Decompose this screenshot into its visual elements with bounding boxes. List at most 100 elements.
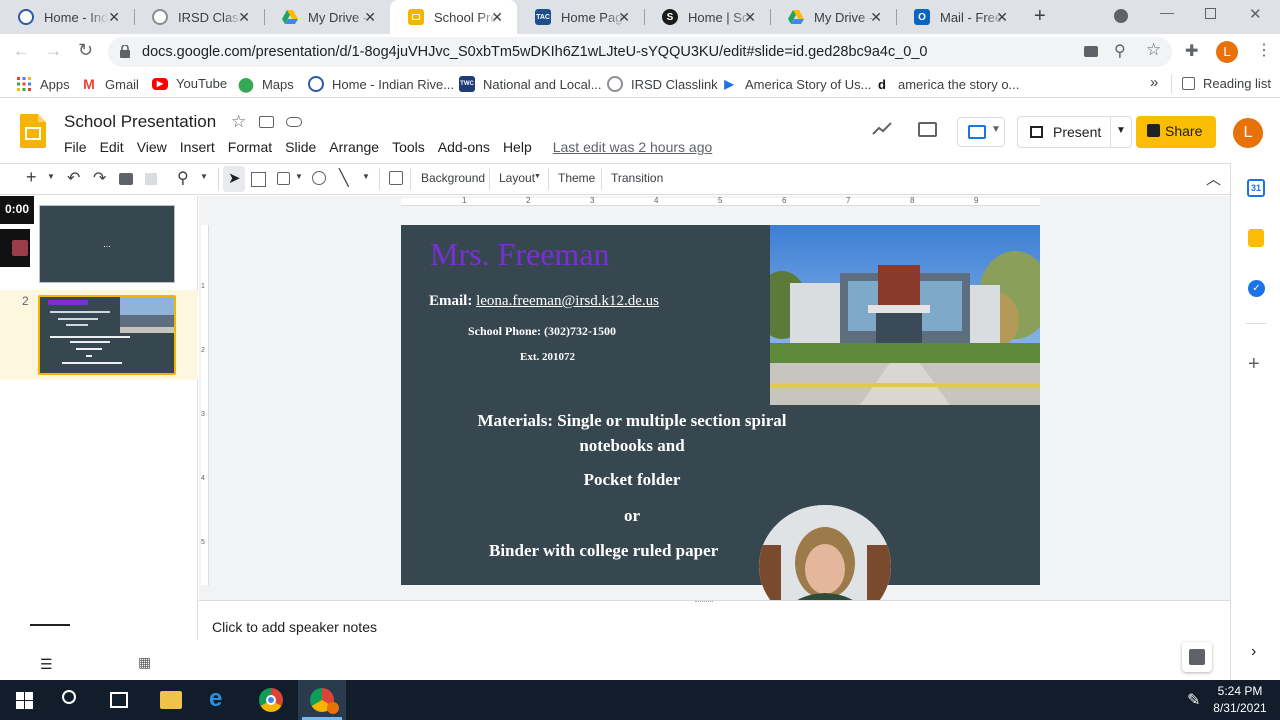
share-button[interactable]: Share [1136, 116, 1216, 148]
document-title[interactable]: School Presentation [64, 112, 216, 132]
close-tab-icon[interactable]: ✕ [238, 9, 250, 26]
clock[interactable]: 5:24 PM 8/31/2021 [1212, 684, 1268, 715]
browser-tab-active[interactable]: School Pres ✕ [390, 0, 517, 34]
internet-explorer-icon[interactable]: e [209, 687, 222, 711]
explore-button[interactable] [1182, 642, 1212, 672]
close-tab-icon[interactable]: ✕ [108, 9, 120, 26]
materials-line-2[interactable]: notebooks and [401, 436, 863, 456]
close-window-icon[interactable]: ✕ [1249, 5, 1262, 23]
activity-trend-icon[interactable] [872, 121, 892, 140]
browser-tab[interactable]: S Home | Sch ✕ [644, 0, 770, 34]
print-icon[interactable] [119, 173, 133, 185]
zoom-icon[interactable]: ⚲ [177, 168, 189, 188]
keep-icon[interactable] [1248, 229, 1264, 247]
speaker-notes-placeholder[interactable]: Click to add speaker notes [212, 619, 377, 635]
menu-arrange[interactable]: Arrange [329, 139, 379, 155]
bookmark-america-story-2[interactable]: d america the story o... [874, 76, 1019, 92]
background-button[interactable]: Background [421, 171, 485, 185]
select-tool-button[interactable]: ➤ [223, 166, 245, 192]
school-building-photo[interactable] [770, 225, 1040, 405]
slide[interactable]: Mrs. Freeman Email: leona.freeman@irsd.k… [401, 225, 1040, 585]
theme-button[interactable]: Theme [558, 171, 595, 185]
reload-icon[interactable]: ↻ [78, 40, 93, 61]
bookmark-gmail[interactable]: M Gmail [81, 76, 139, 92]
zoom-icon[interactable]: ⚲ [1114, 41, 1126, 61]
collapse-toolbar-icon[interactable]: ︿ [1206, 168, 1221, 189]
meet-button[interactable]: ▼ [957, 117, 1005, 147]
close-tab-icon[interactable]: ✕ [618, 9, 630, 26]
move-folder-icon[interactable] [259, 116, 274, 128]
school-phone[interactable]: School Phone: (302)732-1500 [468, 324, 616, 339]
reading-list-button[interactable]: Reading list [1182, 76, 1271, 91]
browser-tab[interactable]: O Mail - Freer ✕ [896, 0, 1022, 34]
last-edit-link[interactable]: Last edit was 2 hours ago [553, 139, 713, 155]
account-avatar[interactable]: L [1233, 118, 1263, 148]
menu-addons[interactable]: Add-ons [438, 139, 490, 155]
bookmark-america-story[interactable]: ▶ America Story of Us... [721, 76, 871, 92]
pocket-folder-text[interactable]: Pocket folder [401, 470, 863, 490]
browser-tab[interactable]: IRSD Classli ✕ [134, 0, 264, 34]
chevron-down-icon[interactable]: ▼ [47, 172, 55, 181]
menu-insert[interactable]: Insert [180, 139, 215, 155]
comment-history-icon[interactable] [918, 122, 937, 137]
tasks-icon[interactable]: ✓ [1248, 280, 1265, 297]
chevron-down-icon[interactable]: ▼ [362, 172, 370, 181]
speaker-notes[interactable]: Click to add speaker notes [199, 600, 1230, 680]
forward-icon[interactable]: → [45, 41, 62, 61]
chevron-down-icon[interactable]: ▼ [1116, 125, 1126, 136]
text-box-icon[interactable] [251, 172, 266, 187]
resize-handle[interactable] [695, 601, 713, 605]
pen-workspace-icon[interactable]: ✎ [1187, 690, 1200, 710]
close-tab-icon[interactable]: ✕ [870, 9, 882, 26]
slide-thumbnail-2[interactable] [38, 295, 176, 375]
close-tab-icon[interactable]: ✕ [364, 9, 376, 26]
layout-button[interactable]: Layout [499, 171, 535, 185]
restore-icon[interactable] [1205, 8, 1216, 19]
bookmark-weather[interactable]: TWC National and Local... [459, 76, 602, 92]
bookmark-star-icon[interactable]: ☆ [1146, 40, 1161, 60]
stop-recording-icon[interactable] [12, 240, 28, 256]
record-control[interactable] [0, 229, 30, 267]
chevron-down-icon[interactable]: ▼ [200, 172, 208, 181]
materials-line-1[interactable]: Materials: Single or multiple section sp… [401, 411, 863, 431]
close-tab-icon[interactable]: ✕ [744, 9, 756, 26]
chevron-down-icon[interactable]: ▼ [295, 172, 303, 181]
windows-start-icon[interactable] [16, 692, 33, 714]
add-addon-icon[interactable]: + [1248, 353, 1260, 376]
menu-file[interactable]: File [64, 139, 87, 155]
binder-text[interactable]: Binder with college ruled paper [489, 541, 718, 561]
extensions-icon[interactable]: ✚ [1185, 41, 1198, 61]
bookmark-classlink[interactable]: IRSD Classlink [607, 76, 718, 92]
new-tab-button[interactable]: + [1034, 5, 1046, 28]
menu-slide[interactable]: Slide [285, 139, 316, 155]
phone-extension[interactable]: Ext. 201072 [520, 351, 575, 363]
menu-format[interactable]: Format [228, 139, 272, 155]
tab-search-icon[interactable] [1114, 9, 1128, 23]
back-icon[interactable]: ← [13, 41, 30, 61]
slide-thumbnail-1[interactable]: ... [39, 205, 175, 283]
paint-format-icon[interactable] [145, 173, 157, 185]
add-comment-icon[interactable] [389, 171, 403, 185]
star-icon[interactable]: ☆ [231, 112, 246, 132]
email-line[interactable]: Email: leona.freeman@irsd.k12.de.us [429, 293, 659, 310]
search-icon[interactable] [62, 690, 76, 704]
chrome-menu-icon[interactable]: ⋮ [1256, 40, 1272, 60]
line-icon[interactable]: ╲ [339, 168, 349, 188]
email-link[interactable]: leona.freeman@irsd.k12.de.us [476, 293, 659, 309]
address-bar[interactable]: docs.google.com/presentation/d/1-8og4juV… [108, 37, 1172, 67]
bookmark-maps[interactable]: ⬤ Maps [238, 76, 294, 92]
close-tab-icon[interactable]: ✕ [996, 9, 1008, 26]
new-slide-icon[interactable]: + [26, 167, 37, 188]
menu-tools[interactable]: Tools [392, 139, 425, 155]
calendar-icon[interactable]: 31 [1247, 179, 1265, 197]
minimize-icon[interactable]: — [1160, 4, 1174, 20]
close-tab-icon[interactable]: ✕ [491, 9, 503, 26]
slide-title[interactable]: Mrs. Freeman [430, 236, 610, 273]
undo-icon[interactable]: ↶ [67, 168, 80, 188]
task-view-icon[interactable] [110, 692, 128, 708]
browser-tab[interactable]: My Drive - G ✕ [770, 0, 896, 34]
chrome-profile-taskbar-button[interactable] [298, 680, 346, 720]
cloud-status-icon[interactable] [286, 117, 302, 127]
bookmark-indian-river[interactable]: Home - Indian Rive... [308, 76, 454, 92]
profile-avatar[interactable]: L [1216, 41, 1238, 63]
